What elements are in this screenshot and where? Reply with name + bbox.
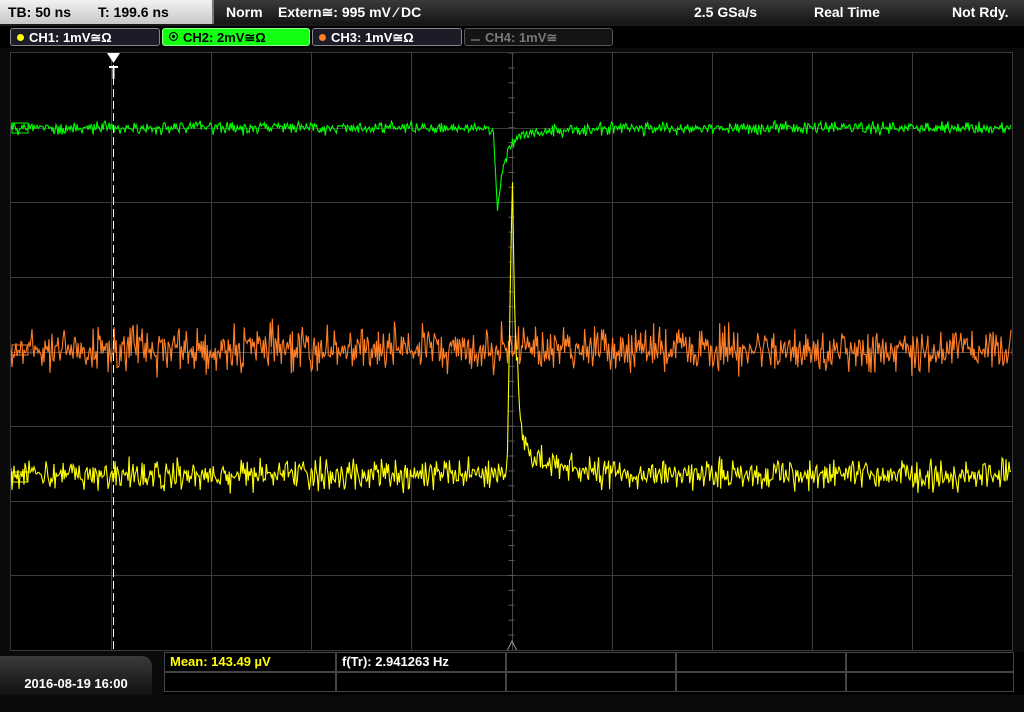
channel-3-trace [11, 318, 1012, 378]
channel-3-tab[interactable]: CH3: 1mV≅Ω [312, 28, 462, 46]
waveform-display[interactable] [10, 52, 1013, 651]
trigger-mode: Norm [226, 4, 263, 20]
channel-1-label: CH1: 1mV≅Ω [29, 30, 112, 45]
channel-2-tab[interactable]: CH2: 2mV≅Ω [162, 28, 310, 46]
frequency-label: f(Tr): 2.941263 Hz [342, 654, 449, 669]
measurement-panel[interactable]: Mean: 143.49 µV f(Tr): 2.941263 Hz [164, 652, 1024, 695]
measurement-slot-6[interactable] [164, 672, 336, 692]
channel-2-color-dot-icon [169, 32, 178, 41]
horizontal-cursor-marker-icon [107, 53, 120, 63]
channel-1-tab[interactable]: CH1: 1mV≅Ω [10, 28, 160, 46]
measurement-slot-7[interactable] [336, 672, 506, 692]
measurement-slot-3[interactable] [506, 652, 676, 672]
channel-tab-row: CH1: 1mV≅Ω CH2: 2mV≅Ω CH3: 1mV≅Ω CH4: 1m… [0, 26, 1024, 48]
channel-3-label: CH3: 1mV≅Ω [331, 30, 414, 45]
measurement-slot-4[interactable] [676, 652, 846, 672]
trigger-status-bar[interactable]: Norm Extern≅: 995 mV ⁄ DC 2.5 GSa/s Real… [214, 0, 1024, 24]
measurement-slot-8[interactable] [506, 672, 676, 692]
mean-label: Mean: 143.49 µV [170, 654, 271, 669]
timebase-value: TB: 50 ns [8, 4, 72, 20]
date-time-display: 2016-08-19 16:00 [0, 656, 152, 695]
trigger-position-t-icon [109, 66, 118, 79]
trigger-source: Extern≅: 995 mV ⁄ DC [278, 4, 422, 20]
channel-2-label: CH2: 2mV≅Ω [183, 30, 266, 45]
channel-4-tab[interactable]: CH4: 1mV≅ [464, 28, 613, 46]
channel-2-trace [11, 119, 1012, 211]
channel-4-off-icon [471, 39, 480, 41]
sample-rate: 2.5 GSa/s [694, 4, 758, 20]
top-status-bar: TB: 50 ns T: 199.6 ns Norm Extern≅: 995 … [0, 0, 1024, 26]
channel-1-color-dot-icon [17, 34, 24, 41]
acquisition-mode: Real Time [814, 4, 880, 20]
date-time-label: 2016-08-19 16:00 [24, 676, 128, 691]
acquisition-status: Not Rdy. [952, 4, 1009, 20]
measurement-slot-10[interactable] [846, 672, 1014, 692]
measurement-slot-9[interactable] [676, 672, 846, 692]
mean-measurement[interactable]: Mean: 143.49 µV [164, 652, 336, 672]
channel-4-label: CH4: 1mV≅ [485, 30, 558, 45]
frequency-measurement[interactable]: f(Tr): 2.941263 Hz [336, 652, 506, 672]
trigger-time-value: T: 199.6 ns [98, 4, 169, 20]
timebase-box[interactable]: TB: 50 ns T: 199.6 ns [0, 0, 214, 24]
channel-3-color-dot-icon [319, 34, 326, 41]
waveform-canvas [11, 53, 1012, 650]
measurement-slot-5[interactable] [846, 652, 1014, 672]
